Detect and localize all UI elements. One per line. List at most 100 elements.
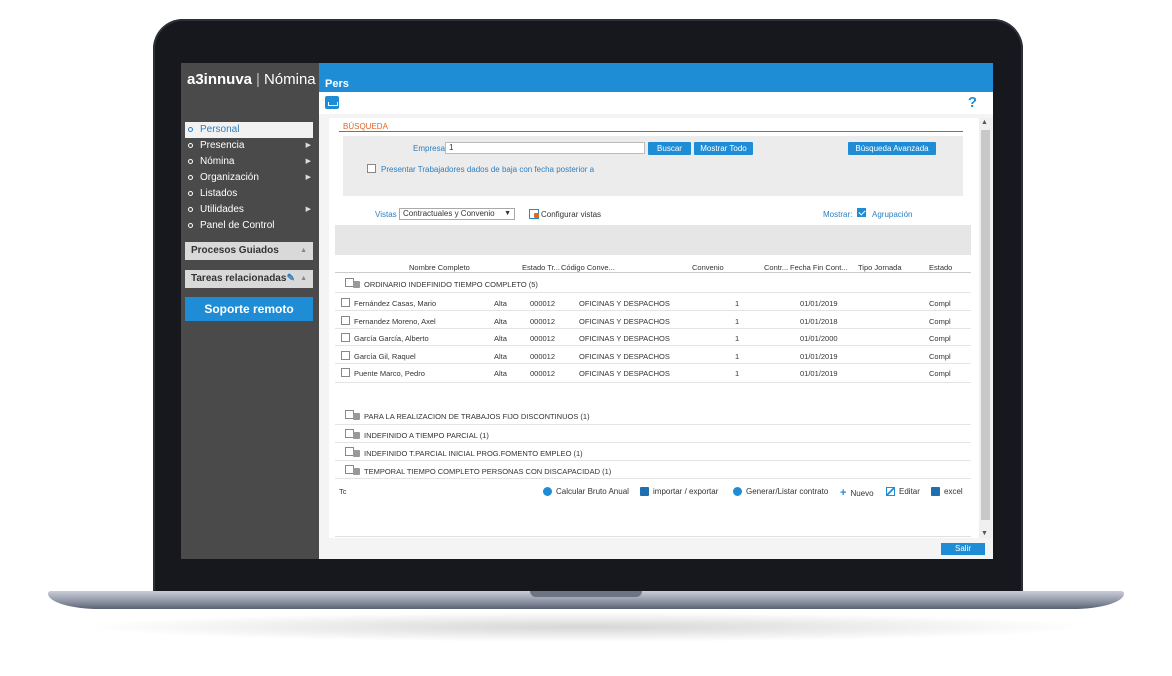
cell-nombre: Fernández Casas, Mario [354,299,437,308]
col-header-nombre[interactable]: Nombre Completo [409,263,470,272]
expand-group-icon[interactable] [353,413,360,420]
sidebar-item-label: Presencia [200,140,245,151]
buscar-button[interactable]: Buscar [648,142,691,155]
expand-group-icon[interactable] [353,450,360,457]
group-label: INDEFINIDO T.PARCIAL INICIAL PROG.FOMENT… [364,449,583,458]
scroll-up-icon[interactable]: ▲ [981,119,988,126]
bullet-icon [188,191,193,196]
group-row-fomento-empleo[interactable]: INDEFINIDO T.PARCIAL INICIAL PROG.FOMENT… [339,449,583,458]
grid-toolbar [335,225,971,255]
gear-icon [543,487,552,496]
sidebar: a3innuva | Nómina Personal Presencia ▶ Nómi… [181,63,319,559]
chevron-right-icon: ▶ [305,206,311,213]
group-row-tiempo-parcial[interactable]: INDEFINIDO A TIEMPO PARCIAL (1) [339,431,489,440]
stage: a3innuva | Nómina Personal Presencia ▶ Nómi… [0,0,1172,676]
window-header: Pers [319,63,993,92]
nuevo-button[interactable]: + Nuevo [840,487,874,499]
cell-convenio: OFICINAS Y DESPACHOS [579,369,670,378]
row-checkbox[interactable] [341,333,350,342]
group-label: ORDINARIO INDEFINIDO TIEMPO COMPLETO (5) [364,280,538,289]
group-row-discapacidad[interactable]: TEMPORAL TIEMPO COMPLETO PERSONAS CON DI… [339,467,611,476]
brand-product: Nómina [263,71,316,88]
agrupacion-checkbox[interactable] [857,208,866,217]
cell-fecha-fin: 01/01/2000 [800,334,838,343]
sidebar-item-organizacion[interactable]: Organización ▶ [185,170,313,186]
chevron-right-icon: ▶ [305,174,311,181]
row-divider [335,478,971,479]
inbox-icon[interactable] [325,96,339,109]
agrupacion-label: Agrupación [872,210,913,219]
cell-fecha-fin: 01/01/2019 [800,352,838,361]
chevron-down-icon: ▼ [504,210,511,217]
col-header-contr[interactable]: Contr... [764,263,788,272]
editar-button[interactable]: Editar [886,487,920,496]
importar-exportar-button[interactable]: importar / exportar [640,487,718,496]
group-row-ordinario[interactable]: ORDINARIO INDEFINIDO TIEMPO COMPLETO (5) [339,280,538,289]
cell-convenio: OFICINAS Y DESPACHOS [579,334,670,343]
wrench-icon[interactable]: ✎ [287,270,295,288]
sidebar-item-listados[interactable]: Listados [185,186,313,202]
config-views-icon[interactable] [529,209,539,219]
col-header-convenio[interactable]: Convenio [692,263,724,272]
row-divider [335,382,971,383]
row-checkbox[interactable] [341,316,350,325]
cell-estado-final: Compl [929,299,951,308]
excel-button[interactable]: excel [931,487,963,496]
excel-icon [931,487,940,496]
sidebar-item-panel-control[interactable]: Panel de Control [185,218,313,234]
cell-estado: Alta [494,334,507,343]
help-icon[interactable]: ? [968,94,977,111]
collapse-group-icon[interactable] [353,281,360,288]
tareas-relacionadas-label: Tareas relacionadas [191,273,287,284]
bullet-icon [188,159,193,164]
row-divider [335,292,971,293]
soporte-remoto-button[interactable]: Soporte remoto [185,297,313,321]
brand-separator: | [256,71,260,88]
vertical-scrollbar[interactable]: ▲ ▼ [979,118,992,538]
footer-truncated-text: Tc [339,487,347,496]
laptop-shadow [80,612,1092,642]
row-checkbox[interactable] [341,298,350,307]
baja-checkbox[interactable] [367,164,376,173]
col-header-codigo-convenio[interactable]: Código Conve... [561,263,615,272]
salir-button[interactable]: Salir [941,543,985,555]
procesos-guiados-panel[interactable]: Procesos Guiados ▲ [185,242,313,260]
main-area: Pers ? BÚSQUEDA Empresa 1 Buscar Mostrar… [319,63,993,559]
sidebar-nav: Personal Presencia ▶ Nómina ▶ Organización… [185,122,313,234]
col-header-estado-tr[interactable]: Estado Tr... [522,263,560,272]
cell-estado: Alta [494,317,507,326]
expand-group-icon[interactable] [353,432,360,439]
empresa-input[interactable]: 1 [445,142,645,154]
cell-fecha-fin: 01/01/2019 [800,299,838,308]
bullet-icon [188,143,193,148]
cell-estado-final: Compl [929,369,951,378]
row-checkbox[interactable] [341,368,350,377]
busqueda-avanzada-button[interactable]: Búsqueda Avanzada [848,142,936,155]
expand-group-icon[interactable] [353,468,360,475]
sidebar-item-utilidades[interactable]: Utilidades ▶ [185,202,313,218]
generar-listar-contrato-button[interactable]: Generar/Listar contrato [733,487,828,496]
col-header-fecha-fin[interactable]: Fecha Fin Cont... [790,263,848,272]
scroll-thumb[interactable] [981,130,990,520]
cell-estado: Alta [494,369,507,378]
row-checkbox[interactable] [341,351,350,360]
sidebar-item-label: Listados [200,188,238,199]
brand-name: a3innuva [187,71,253,88]
tareas-relacionadas-panel[interactable]: Tareas relacionadas ✎ ▲ [185,270,313,288]
vistas-select[interactable]: Contractuales y Convenio ▼ [399,208,515,220]
mostrar-todo-button[interactable]: Mostrar Todo [694,142,753,155]
row-divider [335,310,971,311]
sidebar-item-presencia[interactable]: Presencia ▶ [185,138,313,154]
configurar-vistas-link[interactable]: Configurar vistas [541,210,601,219]
col-header-tipo-jornada[interactable]: Tipo Jornada [858,263,902,272]
col-header-estado[interactable]: Estado [929,263,952,272]
cell-convenio: OFICINAS Y DESPACHOS [579,352,670,361]
sidebar-item-nomina[interactable]: Nómina ▶ [185,154,313,170]
procesos-guiados-label: Procesos Guiados [191,245,279,256]
cell-nombre: Fernandez Moreno, Axel [354,317,436,326]
group-row-fijo-discontinuos[interactable]: PARA LA REALIZACION DE TRABAJOS FIJO DIS… [339,412,590,421]
sidebar-item-personal[interactable]: Personal [185,122,313,138]
calcular-bruto-anual-button[interactable]: Calcular Bruto Anual [543,487,629,496]
app-screen: a3innuva | Nómina Personal Presencia ▶ Nómi… [181,63,993,559]
scroll-down-icon[interactable]: ▼ [981,530,988,537]
